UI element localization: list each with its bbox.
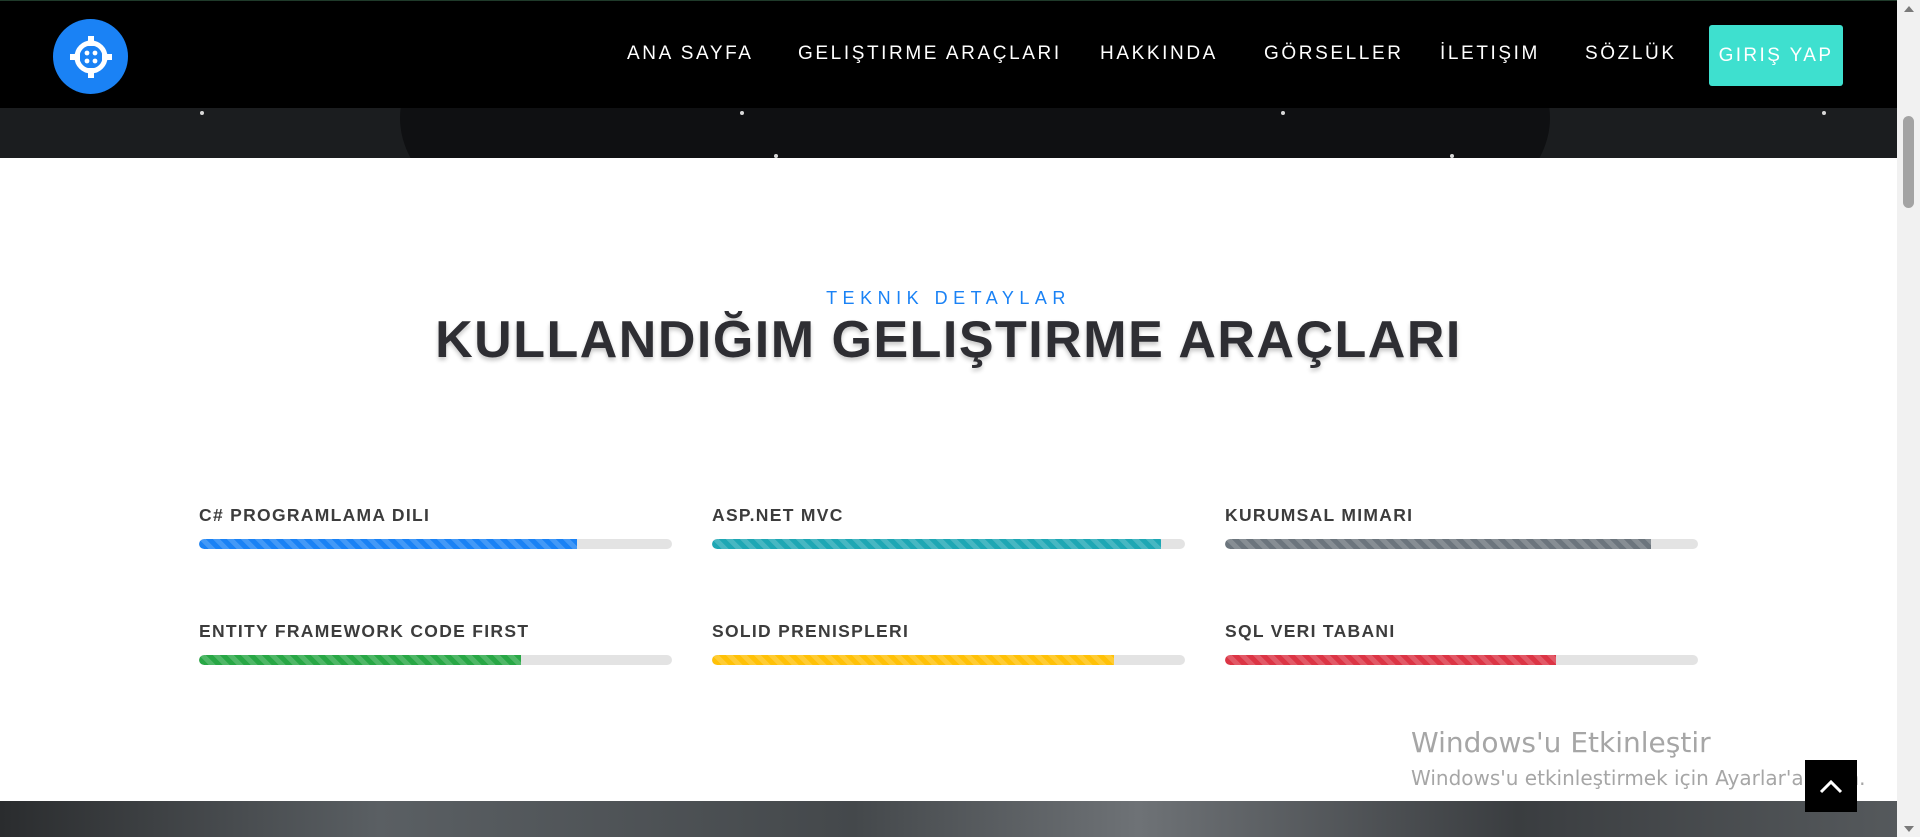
skill-progress-track xyxy=(1225,655,1698,665)
footer-image-strip xyxy=(0,801,1897,837)
nav-links: ANA SAYFA GELIŞTIRME ARAÇLARI HAKKINDA G… xyxy=(0,1,1897,109)
skill-label: ASP.NET MVC xyxy=(712,505,844,525)
skill-progress-fill xyxy=(199,655,521,665)
skill-item: ENTITY FRAMEWORK CODE FIRST xyxy=(199,621,672,665)
skill-label: SQL VERI TABANI xyxy=(1225,621,1396,641)
skill-label: SOLID PRENISPLERI xyxy=(712,621,910,641)
skill-item: ASP.NET MVC xyxy=(712,505,1185,549)
section-eyebrow: TEKNIK DETAYLAR xyxy=(826,288,1071,308)
hero-star xyxy=(1281,111,1285,115)
skill-label: C# PROGRAMLAMA DILI xyxy=(199,505,431,525)
hero-star xyxy=(1450,154,1454,158)
skill-label: KURUMSAL MIMARI xyxy=(1225,505,1414,525)
skill-item: SOLID PRENISPLERI xyxy=(712,621,1185,665)
nav-link-gelistirme-araclari[interactable]: GELIŞTIRME ARAÇLARI xyxy=(798,43,1062,65)
skill-item: SQL VERI TABANI xyxy=(1225,621,1698,665)
skill-progress-track xyxy=(1225,539,1698,549)
chevron-up-icon xyxy=(1819,779,1843,794)
skill-progress-track xyxy=(712,655,1185,665)
hero-image-strip xyxy=(0,108,1897,158)
skill-progress-track xyxy=(199,655,672,665)
skill-item: KURUMSAL MIMARI xyxy=(1225,505,1698,549)
skill-progress-fill xyxy=(712,539,1162,549)
skill-progress-track xyxy=(199,539,672,549)
hero-star xyxy=(740,111,744,115)
windows-activation-title: Windows'u Etkinleştir xyxy=(1411,726,1711,759)
scroll-down-arrow[interactable] xyxy=(1897,820,1920,837)
skill-progress-track xyxy=(712,539,1185,549)
nav-link-iletisim[interactable]: İLETIŞIM xyxy=(1440,43,1540,65)
nav-link-sozluk[interactable]: SÖZLÜK xyxy=(1585,43,1677,65)
skill-progress-fill xyxy=(1225,539,1651,549)
skill-item: C# PROGRAMLAMA DILI xyxy=(199,505,672,549)
section-title: KULLANDIĞIM GELIŞTIRME ARAÇLARI xyxy=(435,311,1462,369)
hero-star xyxy=(774,154,778,158)
scroll-up-arrow[interactable] xyxy=(1897,0,1920,17)
hero-star xyxy=(1822,111,1826,115)
top-navbar: ANA SAYFA GELIŞTIRME ARAÇLARI HAKKINDA G… xyxy=(0,0,1897,108)
scrollbar-thumb[interactable] xyxy=(1903,116,1914,208)
nav-link-ana-sayfa[interactable]: ANA SAYFA xyxy=(627,43,754,65)
nav-link-gorseller[interactable]: GÖRSELLER xyxy=(1264,43,1404,65)
skill-progress-fill xyxy=(712,655,1115,665)
skill-progress-fill xyxy=(199,539,578,549)
skill-label: ENTITY FRAMEWORK CODE FIRST xyxy=(199,621,530,641)
skill-progress-fill xyxy=(1225,655,1557,665)
page-scrollbar[interactable] xyxy=(1897,0,1920,837)
hero-arc xyxy=(400,108,1550,158)
hero-star xyxy=(200,111,204,115)
windows-activation-subtitle: Windows'u etkinleştirmek için Ayarlar'a … xyxy=(1411,766,1866,790)
nav-link-hakkinda[interactable]: HAKKINDA xyxy=(1100,43,1218,65)
login-button[interactable]: GIRIŞ YAP xyxy=(1709,25,1843,86)
back-to-top-button[interactable] xyxy=(1805,760,1857,812)
